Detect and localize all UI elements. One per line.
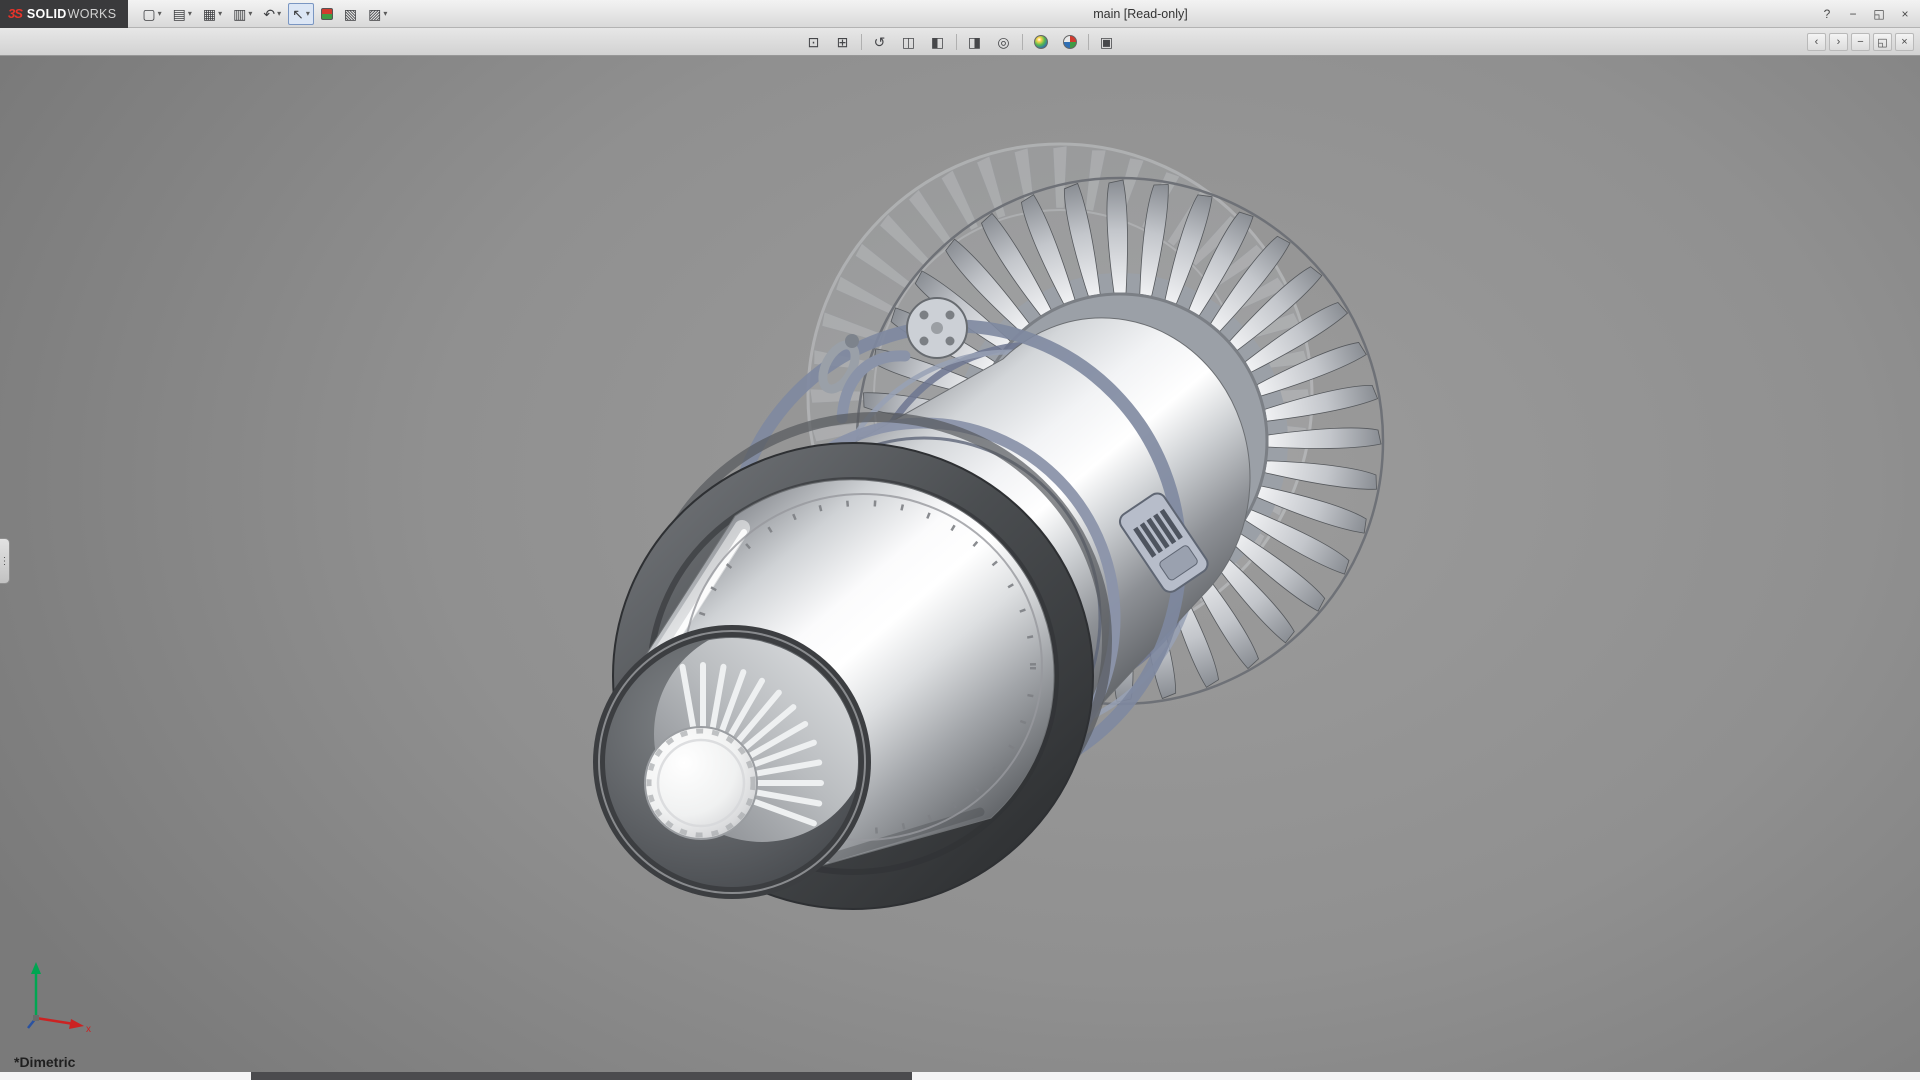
appearance-toggle-icon xyxy=(321,8,333,20)
print-button[interactable]: ▥ ▾ xyxy=(229,3,256,25)
options-icon: ▨ xyxy=(368,7,381,21)
save-button[interactable]: ▦ ▾ xyxy=(199,3,226,25)
zoom-to-area-icon: ⊞ xyxy=(837,35,849,49)
chevron-down-icon[interactable]: ▾ xyxy=(383,9,387,18)
brand-name-light: WORKS xyxy=(68,7,117,21)
select-tool-button[interactable]: ↖ ▾ xyxy=(288,3,314,25)
select-cursor-icon: ↖ xyxy=(292,7,304,21)
doc-close-button[interactable]: × xyxy=(1895,33,1914,51)
doc-restore-button[interactable]: ◱ xyxy=(1873,33,1892,51)
engine-model[interactable] xyxy=(0,56,1920,1072)
brand-name-bold: SOLID xyxy=(27,7,67,21)
solidworks-window: 3S SOLID WORKS ▢ ▾ ▤ ▾ ▦ ▾ ▥ ▾ ↶ ▾ xyxy=(0,0,1920,1080)
view-toolbar: ⊡ ⊞ ↺ ◫ ◧ ◨ ◎ xyxy=(0,28,1920,56)
main-toolbar: ▢ ▾ ▤ ▾ ▦ ▾ ▥ ▾ ↶ ▾ ↖ ▾ xyxy=(138,3,391,25)
window-controls: ? − ◱ × xyxy=(1816,0,1916,28)
hide-show-items-button[interactable]: ◎ xyxy=(993,32,1015,52)
sheet-properties-icon: ▧ xyxy=(344,7,357,21)
previous-view-button[interactable]: ↺ xyxy=(869,32,891,52)
document-window-controls: ‹ › − ◱ × xyxy=(1807,28,1914,56)
view-orientation-button[interactable]: ◧ xyxy=(927,32,949,52)
feature-tree-flyout-handle[interactable]: ⋮ xyxy=(0,538,10,584)
display-style-icon: ◨ xyxy=(968,35,981,49)
sheet-properties-button[interactable]: ▧ xyxy=(340,3,361,25)
toolbar-separator xyxy=(861,34,862,50)
chevron-down-icon[interactable]: ▾ xyxy=(158,9,162,18)
chevron-down-icon[interactable]: ▾ xyxy=(218,9,222,18)
previous-view-icon: ↺ xyxy=(874,35,886,49)
window-close-button[interactable]: × xyxy=(1894,5,1916,23)
view-settings-button[interactable]: ▣ xyxy=(1096,32,1118,52)
hide-show-items-icon: ◎ xyxy=(997,35,1009,49)
view-orientation-icon: ◧ xyxy=(931,35,944,49)
pane-right-button[interactable]: › xyxy=(1829,33,1848,51)
chevron-down-icon[interactable]: ▾ xyxy=(277,9,281,18)
open-button[interactable]: ▤ ▾ xyxy=(169,3,196,25)
zoom-to-area-button[interactable]: ⊞ xyxy=(832,32,854,52)
edit-appearance-button[interactable] xyxy=(1030,32,1052,52)
toolbar-separator xyxy=(1022,34,1023,50)
section-view-button[interactable]: ◫ xyxy=(898,32,920,52)
save-icon: ▦ xyxy=(203,7,216,21)
accessory-pod xyxy=(907,298,967,358)
graphics-viewport[interactable]: x *Dimetric ⋮ xyxy=(0,56,1920,1072)
view-settings-icon: ▣ xyxy=(1100,35,1113,49)
apply-scene-button[interactable] xyxy=(1059,32,1081,52)
apply-scene-icon xyxy=(1063,35,1077,49)
new-document-button[interactable]: ▢ ▾ xyxy=(138,3,165,25)
titlebar: 3S SOLID WORKS ▢ ▾ ▤ ▾ ▦ ▾ ▥ ▾ ↶ ▾ xyxy=(0,0,1920,28)
open-folder-icon: ▤ xyxy=(173,7,186,21)
reference-triad: x xyxy=(22,956,96,1038)
undo-button[interactable]: ↶ ▾ xyxy=(259,3,285,25)
section-view-icon: ◫ xyxy=(902,35,915,49)
zoom-to-fit-icon: ⊡ xyxy=(808,35,820,49)
undo-icon: ↶ xyxy=(263,7,275,21)
3ds-logo-icon: 3S xyxy=(8,6,22,21)
appearance-toggle-button[interactable] xyxy=(317,3,337,25)
status-strip xyxy=(0,1072,1920,1080)
window-minimize-button[interactable]: − xyxy=(1842,5,1864,23)
triad-x-label: x xyxy=(86,1024,91,1035)
window-restore-button[interactable]: ◱ xyxy=(1868,5,1890,23)
display-style-button[interactable]: ◨ xyxy=(964,32,986,52)
toolbar-separator xyxy=(956,34,957,50)
options-button[interactable]: ▨ ▾ xyxy=(364,3,391,25)
pane-left-button[interactable]: ‹ xyxy=(1807,33,1826,51)
doc-minimize-button[interactable]: − xyxy=(1851,33,1870,51)
chevron-down-icon[interactable]: ▾ xyxy=(188,9,192,18)
taskbar-strip[interactable] xyxy=(251,1072,912,1080)
document-title: main [Read-only] xyxy=(1093,7,1188,21)
toolbar-separator xyxy=(1088,34,1089,50)
help-button[interactable]: ? xyxy=(1816,5,1838,23)
zoom-to-fit-button[interactable]: ⊡ xyxy=(803,32,825,52)
solidworks-logo: 3S SOLID WORKS xyxy=(0,0,128,28)
new-document-icon: ▢ xyxy=(142,7,155,21)
view-toolbar-group: ⊡ ⊞ ↺ ◫ ◧ ◨ ◎ xyxy=(803,32,1118,52)
edit-appearance-icon xyxy=(1034,35,1048,49)
chevron-down-icon[interactable]: ▾ xyxy=(306,9,310,18)
chevron-down-icon[interactable]: ▾ xyxy=(248,9,252,18)
print-icon: ▥ xyxy=(233,7,246,21)
view-orientation-label: *Dimetric xyxy=(14,1054,75,1070)
